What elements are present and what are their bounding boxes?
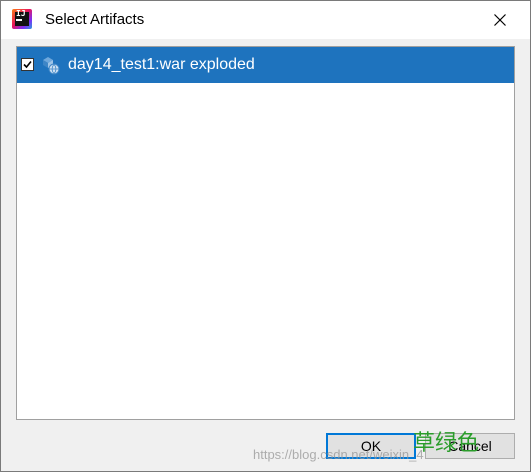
dialog-title: Select Artifacts (45, 11, 145, 28)
close-icon (494, 14, 506, 26)
intellij-idea-icon: IJ (12, 9, 32, 29)
close-button[interactable] (485, 5, 515, 35)
title-bar[interactable]: IJ Select Artifacts (1, 1, 530, 39)
watermark-url: https://blog.csdn.net/weixin_4 (253, 447, 424, 462)
artifacts-list[interactable]: day14_test1:war exploded (16, 46, 515, 420)
artifact-checkbox[interactable] (21, 58, 34, 71)
artifact-label: day14_test1:war exploded (68, 56, 255, 73)
watermark-text: 草绿色 (413, 431, 480, 456)
web-artifact-icon (43, 57, 60, 75)
list-item[interactable]: day14_test1:war exploded (17, 47, 514, 83)
select-artifacts-dialog: IJ Select Artifacts day14_test1:war expl… (0, 0, 531, 472)
checkmark-icon (23, 60, 32, 69)
